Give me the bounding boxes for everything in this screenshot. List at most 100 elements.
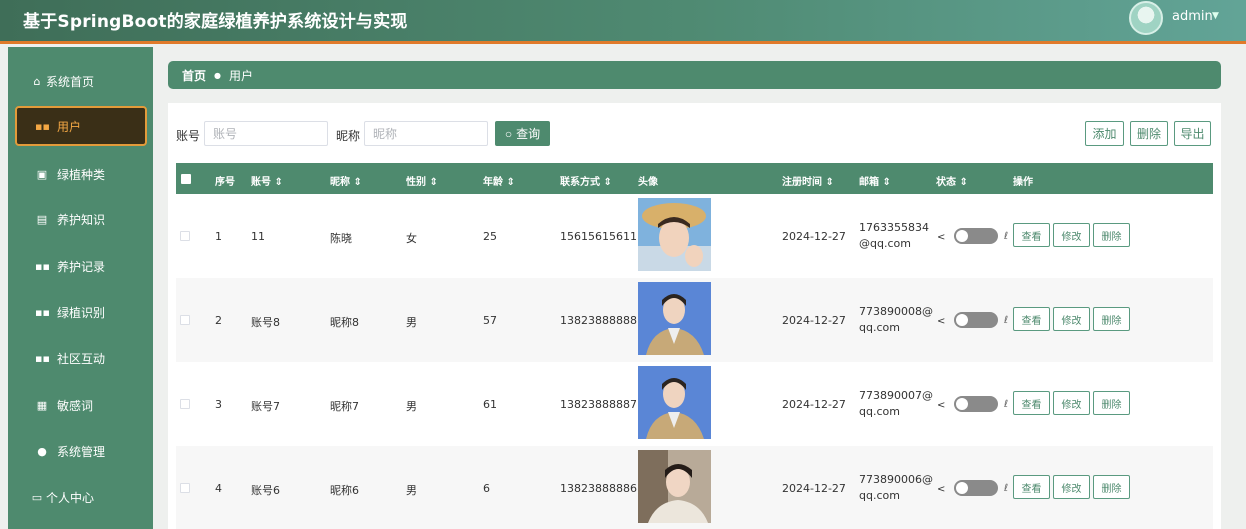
breadcrumb: 首页 ● 用户 <box>168 61 1221 89</box>
row-checkbox[interactable] <box>180 315 190 325</box>
th-account[interactable]: 账号 ⇕ <box>251 173 283 188</box>
top-header: 基于SpringBoot的家庭绿植养护系统设计与实现 admin ▼ <box>0 0 1246 44</box>
cell-nickname: 昵称7 <box>330 400 359 413</box>
table-row: 3 账号7 昵称7 男 61 13823888887 2024-12-27 77… <box>176 362 1213 446</box>
th-age[interactable]: 年龄 ⇕ <box>483 173 515 188</box>
edit-button[interactable]: 修改 <box>1053 475 1090 499</box>
sidebar-item-personal-center[interactable]: ▭ 个人中心 <box>8 477 153 517</box>
th-gender[interactable]: 性别 ⇕ <box>406 173 438 188</box>
select-all-checkbox[interactable] <box>181 174 191 184</box>
sidebar-item-plant-recognition[interactable]: ▪▪ 绿植识别 <box>8 292 153 332</box>
avatar-thumbnail[interactable] <box>638 282 711 355</box>
share-icon: < <box>937 232 946 243</box>
status-toggle[interactable] <box>954 480 998 496</box>
user-name[interactable]: admin <box>1172 9 1213 24</box>
sidebar-item-label: 系统管理 <box>57 444 106 459</box>
sidebar-item-label: 个人中心 <box>46 490 95 505</box>
sidebar-item-plant-types[interactable]: ▣ 绿植种类 <box>8 154 153 194</box>
cell-account: 账号8 <box>251 316 280 329</box>
nickname-search-input[interactable] <box>364 121 488 146</box>
avatar-thumbnail[interactable] <box>638 198 711 271</box>
card-icon: ▭ <box>31 490 43 504</box>
sidebar: ⌂ 系统首页 ▪▪ 用户 ▣ 绿植种类 ▤ 养护知识 ▪▪ 养护记录 ▪▪ 绿植识别 ▪▪ 社… <box>8 47 153 529</box>
account-label: 账号 <box>176 129 201 143</box>
sort-icon: ⇕ <box>603 177 612 188</box>
th-actions: 操作 <box>1013 177 1033 188</box>
bulk-delete-button[interactable]: 删除 <box>1130 121 1168 146</box>
cell-age: 57 <box>483 314 497 327</box>
toggle-knob <box>956 314 968 326</box>
view-button[interactable]: 查看 <box>1013 391 1050 415</box>
table-row: 2 账号8 昵称8 男 57 13823888888 2024-12-27 77… <box>176 278 1213 362</box>
delete-button[interactable]: 删除 <box>1093 391 1130 415</box>
th-phone[interactable]: 联系方式 ⇕ <box>560 173 612 188</box>
sort-icon: ⇕ <box>959 177 968 188</box>
status-toggle[interactable] <box>954 312 998 328</box>
sidebar-item-label: 用户 <box>57 119 82 134</box>
cell-phone: 13823888888 <box>560 314 637 327</box>
delete-button[interactable]: 删除 <box>1093 475 1130 499</box>
status-toggle[interactable] <box>954 228 998 244</box>
sidebar-item-care-knowledge[interactable]: ▤ 养护知识 <box>8 199 153 239</box>
clipboard-icon: ▣ <box>36 167 48 181</box>
cell-account: 11 <box>251 230 265 243</box>
th-nickname[interactable]: 昵称 ⇕ <box>330 173 362 188</box>
row-checkbox[interactable] <box>180 399 190 409</box>
delete-button[interactable]: 删除 <box>1093 223 1130 247</box>
cell-gender: 女 <box>406 232 417 245</box>
breadcrumb-home[interactable]: 首页 <box>182 67 206 84</box>
table-header: 序号 账号 ⇕ 昵称 ⇕ 性别 ⇕ 年龄 ⇕ 联系方式 ⇕ 头像 注册时间 ⇕ … <box>176 163 1213 194</box>
add-button[interactable]: 添加 <box>1085 121 1124 146</box>
edit-button[interactable]: 修改 <box>1053 223 1090 247</box>
cell-registered: 2024-12-27 <box>782 314 846 327</box>
delete-button[interactable]: 删除 <box>1093 307 1130 331</box>
share-icon: < <box>937 316 946 327</box>
cell-email: 773890007@qq.com <box>859 389 933 418</box>
edit-icon: ℓ <box>1004 399 1009 410</box>
cell-email: 773890008@qq.com <box>859 305 933 334</box>
status-toggle[interactable] <box>954 396 998 412</box>
edit-button[interactable]: 修改 <box>1053 391 1090 415</box>
cell-phone: 15615615611 <box>560 230 637 243</box>
view-button[interactable]: 查看 <box>1013 223 1050 247</box>
cell-email: 1763355834@qq.com <box>859 221 929 250</box>
cell-account: 账号7 <box>251 400 280 413</box>
sidebar-item-care-records[interactable]: ▪▪ 养护记录 <box>8 246 153 286</box>
th-registered[interactable]: 注册时间 ⇕ <box>782 173 834 188</box>
export-button[interactable]: 导出 <box>1174 121 1211 146</box>
query-button[interactable]: ○ 查询 <box>495 121 550 146</box>
th-status[interactable]: 状态 ⇕ <box>936 173 968 188</box>
app-title: 基于SpringBoot的家庭绿植养护系统设计与实现 <box>23 12 408 32</box>
cell-index: 1 <box>215 230 222 243</box>
sort-icon: ⇕ <box>429 177 438 188</box>
view-button[interactable]: 查看 <box>1013 307 1050 331</box>
sidebar-item-home[interactable]: ⌂ 系统首页 <box>8 61 153 101</box>
sidebar-item-system-management[interactable]: ● 系统管理 <box>8 431 153 471</box>
view-button[interactable]: 查看 <box>1013 475 1050 499</box>
toggle-knob <box>956 482 968 494</box>
row-checkbox[interactable] <box>180 483 190 493</box>
edit-icon: ℓ <box>1004 483 1009 494</box>
edit-button[interactable]: 修改 <box>1053 307 1090 331</box>
edit-icon: ℓ <box>1004 315 1009 326</box>
avatar-thumbnail[interactable] <box>638 366 711 439</box>
cell-index: 3 <box>215 398 222 411</box>
cell-email: 773890006@qq.com <box>859 473 933 502</box>
row-checkbox[interactable] <box>180 231 190 241</box>
th-email[interactable]: 邮箱 ⇕ <box>859 173 891 188</box>
sidebar-item-label: 养护记录 <box>57 259 106 274</box>
cell-age: 61 <box>483 398 497 411</box>
sidebar-item-label: 社区互动 <box>57 351 106 366</box>
account-search-input[interactable] <box>204 121 328 146</box>
sort-icon: ⇕ <box>506 177 515 188</box>
cell-registered: 2024-12-27 <box>782 398 846 411</box>
sidebar-item-community[interactable]: ▪▪ 社区互动 <box>8 338 153 378</box>
avatar-thumbnail[interactable] <box>638 450 711 523</box>
sort-icon: ⇕ <box>882 177 891 188</box>
chevron-down-icon[interactable]: ▼ <box>1212 11 1219 21</box>
cell-gender: 男 <box>406 400 417 413</box>
sidebar-item-sensitive-words[interactable]: ▦ 敏感词 <box>8 385 153 425</box>
sidebar-item-users[interactable]: ▪▪ 用户 <box>15 106 147 146</box>
cell-index: 2 <box>215 314 222 327</box>
avatar[interactable] <box>1129 1 1163 35</box>
